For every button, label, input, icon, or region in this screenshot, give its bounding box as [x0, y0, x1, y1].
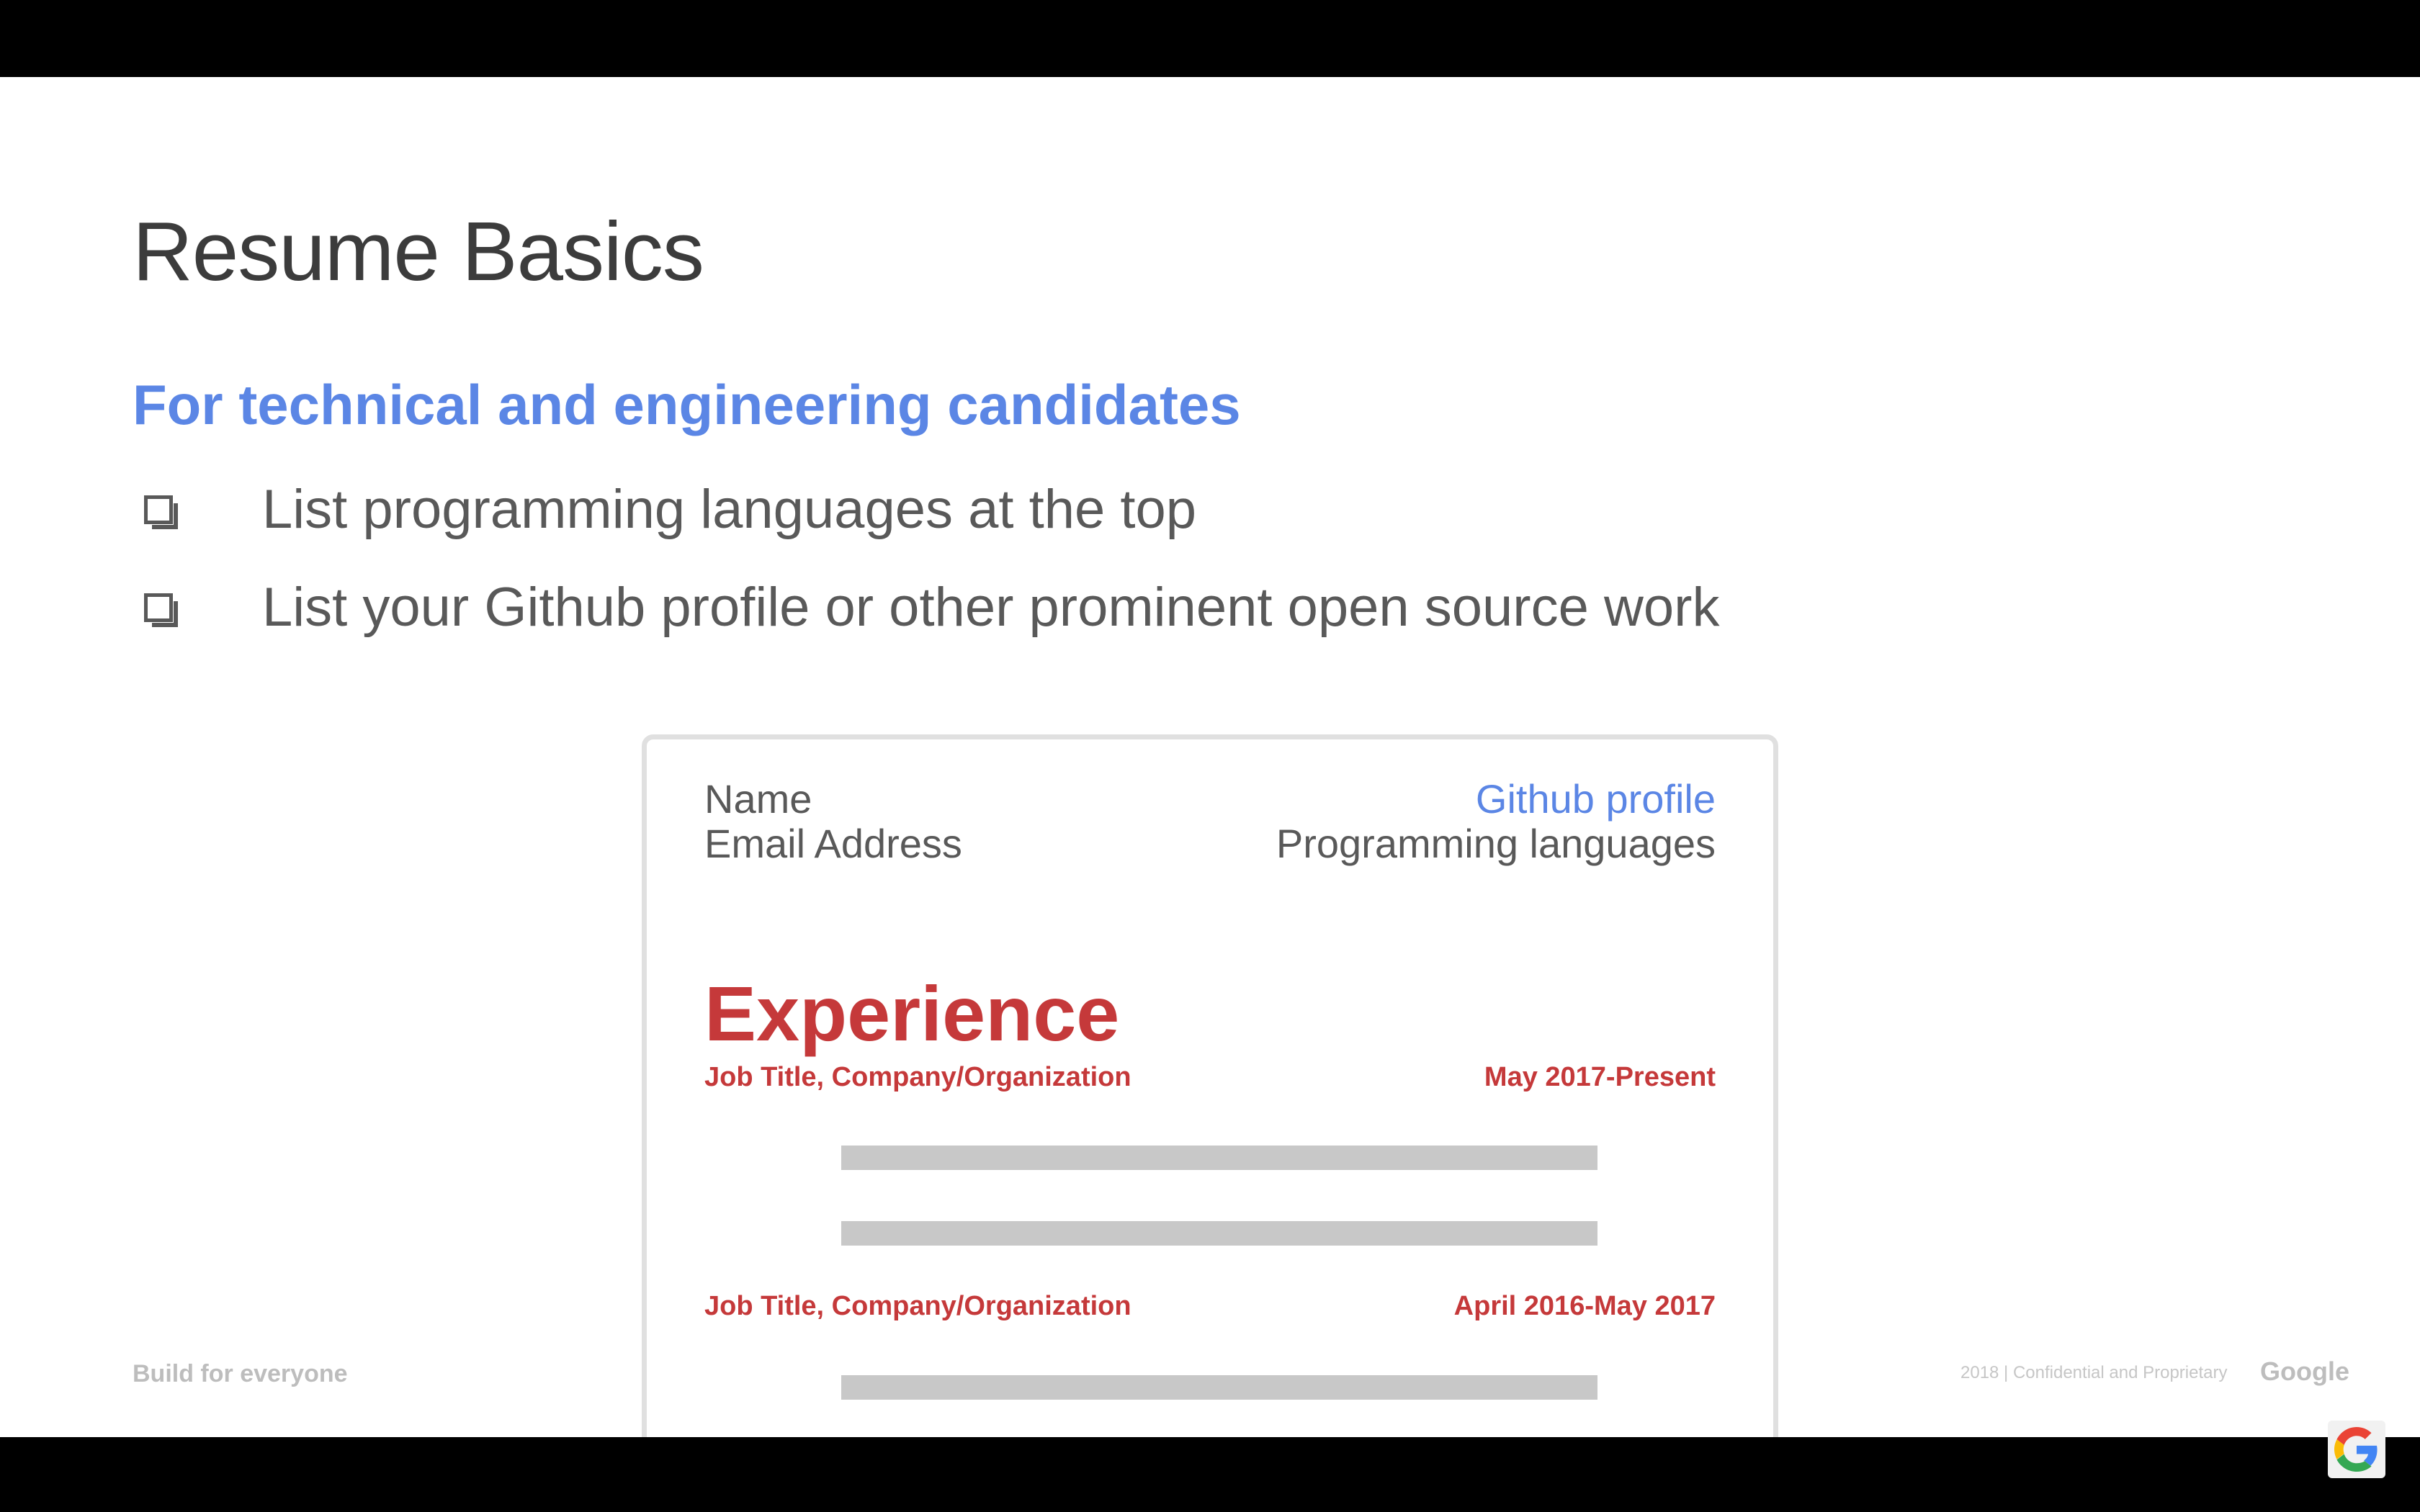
job-title: Job Title, Company/Organization — [704, 1062, 1131, 1092]
job-dates: April 2016-May 2017 — [1453, 1291, 1716, 1321]
google-g-icon[interactable] — [2328, 1421, 2385, 1478]
placeholder-text-line — [841, 1221, 1597, 1246]
job-dates: May 2017-Present — [1484, 1062, 1716, 1092]
bullet-text: List programming languages at the top — [262, 479, 1197, 540]
bullet-item: List programming languages at the top — [144, 478, 1196, 541]
bullet-text: List your Github profile or other promin… — [262, 577, 1720, 638]
slide-title: Resume Basics — [133, 204, 704, 298]
resume-github-profile: Github profile — [1475, 776, 1716, 822]
resume-email: Email Address — [704, 821, 962, 866]
resume-name: Name — [704, 776, 812, 822]
slide-subtitle: For technical and engineering candidates — [133, 373, 1241, 436]
resume-mockup: Name Email Address Github profile Progra… — [642, 734, 1778, 1437]
footer-confidential: 2018 | Confidential and Proprietary — [1960, 1363, 2228, 1382]
letterbox-bottom — [0, 1437, 2420, 1512]
slide: Resume Basics For technical and engineer… — [0, 77, 2420, 1437]
resume-section-title: Experience — [704, 970, 1120, 1057]
placeholder-text-line — [841, 1146, 1597, 1170]
placeholder-text-line — [841, 1375, 1597, 1400]
job-title: Job Title, Company/Organization — [704, 1291, 1131, 1321]
bullet-item: List your Github profile or other promin… — [144, 576, 1719, 639]
google-wordmark: Google — [2260, 1356, 2349, 1386]
footer-tagline: Build for everyone — [133, 1360, 348, 1387]
checkbox-bullet-icon — [144, 495, 178, 529]
letterbox-top — [0, 0, 2420, 77]
resume-programming-languages: Programming languages — [1276, 821, 1716, 866]
checkbox-bullet-icon — [144, 593, 178, 627]
